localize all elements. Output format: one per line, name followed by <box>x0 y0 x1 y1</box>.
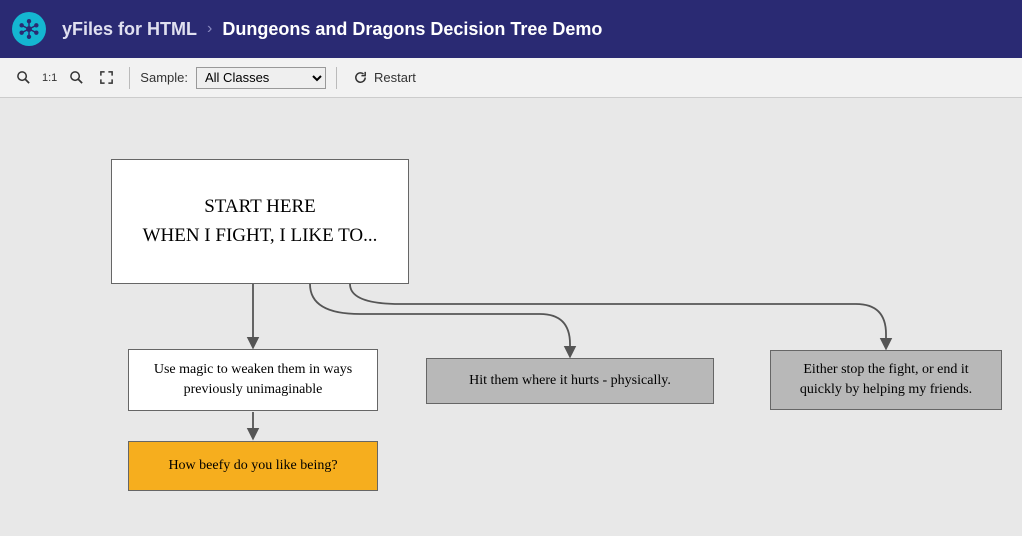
node-option-hit[interactable]: Hit them where it hurts - physically. <box>426 358 714 404</box>
zoom-ratio-label[interactable]: 1:1 <box>42 72 57 84</box>
node-text-line: START HERE <box>204 193 316 222</box>
demo-title: Dungeons and Dragons Decision Tree Demo <box>222 19 602 40</box>
node-start[interactable]: START HERE WHEN I FIGHT, I LIKE TO... <box>111 159 409 284</box>
node-text-line: previously unimaginable <box>184 380 323 400</box>
node-text-line: WHEN I FIGHT, I LIKE TO... <box>143 222 378 251</box>
fit-icon <box>99 70 114 85</box>
node-text-line: Either stop the fight, or end it <box>803 360 968 380</box>
zoom-in-button[interactable] <box>10 65 36 91</box>
zoom-out-button[interactable] <box>63 65 89 91</box>
fit-content-button[interactable] <box>93 65 119 91</box>
node-question-beefy[interactable]: How beefy do you like being? <box>128 441 378 491</box>
product-title[interactable]: yFiles for HTML <box>62 19 197 40</box>
node-text-line: Use magic to weaken them in ways <box>154 360 352 380</box>
chevron-right-icon: › <box>207 20 212 38</box>
restart-button[interactable]: Restart <box>347 67 422 88</box>
graph-canvas[interactable]: START HERE WHEN I FIGHT, I LIKE TO... Us… <box>0 98 1022 536</box>
sample-select[interactable]: All Classes <box>196 67 326 89</box>
zoom-in-icon <box>16 70 31 85</box>
sample-label: Sample: <box>140 70 188 85</box>
toolbar: 1:1 Sample: All Classes Restart <box>0 58 1022 98</box>
graph-icon <box>18 18 40 40</box>
refresh-icon <box>353 70 368 85</box>
app-header: yFiles for HTML › Dungeons and Dragons D… <box>0 0 1022 58</box>
node-text-line: How beefy do you like being? <box>168 456 337 476</box>
restart-label: Restart <box>374 70 416 85</box>
separator <box>129 67 130 89</box>
node-text-line: Hit them where it hurts - physically. <box>469 371 671 391</box>
node-option-magic[interactable]: Use magic to weaken them in ways previou… <box>128 349 378 411</box>
zoom-out-icon <box>69 70 84 85</box>
node-option-stop[interactable]: Either stop the fight, or end it quickly… <box>770 350 1002 410</box>
node-text-line: quickly by helping my friends. <box>800 380 972 400</box>
brand-logo <box>12 12 46 46</box>
separator <box>336 67 337 89</box>
